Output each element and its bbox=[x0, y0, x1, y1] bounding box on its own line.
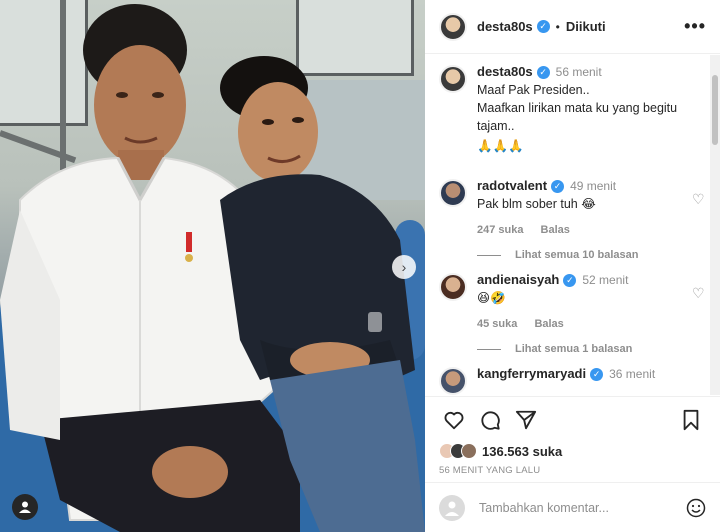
verified-icon: ✓ bbox=[536, 20, 550, 33]
post-header: desta80s ✓ • Diikuti ••• bbox=[425, 0, 720, 54]
default-avatar-icon bbox=[445, 501, 459, 516]
share-button[interactable] bbox=[511, 405, 541, 435]
author-avatar[interactable] bbox=[439, 12, 467, 41]
verified-icon: ✓ bbox=[563, 273, 577, 287]
commenter-avatar[interactable] bbox=[439, 179, 467, 207]
comment-item: kangferrymaryadi ✓ 36 menit bbox=[439, 365, 706, 395]
post-side-panel: desta80s ✓ • Diikuti ••• desta80s ✓ 56 m… bbox=[425, 0, 720, 532]
person-dark-shirt bbox=[220, 56, 425, 532]
add-comment-bar: Tambahkan komentar... bbox=[425, 482, 720, 532]
like-button[interactable] bbox=[439, 405, 469, 435]
commenter-avatar[interactable] bbox=[439, 367, 467, 395]
comment-button[interactable] bbox=[475, 405, 505, 435]
likes-row[interactable]: 136.563 suka bbox=[439, 443, 706, 459]
like-count[interactable]: 136.563 suka bbox=[482, 444, 562, 459]
comment-likes[interactable]: 45 suka bbox=[477, 318, 517, 330]
caption-line: Maafkan lirikan mata ku yang begitu taja… bbox=[477, 101, 678, 133]
caption-emoji-line: 🙏🙏🙏 bbox=[477, 139, 524, 153]
comment-heart-icon[interactable]: ♡ bbox=[692, 191, 706, 207]
comment-time: 52 menit bbox=[582, 273, 629, 287]
post-actions: 136.563 suka 56 MENIT YANG LALU bbox=[425, 396, 720, 476]
view-replies-label: Lihat semua 10 balasan bbox=[515, 249, 639, 261]
replies-divider bbox=[477, 254, 501, 256]
liker-avatar bbox=[461, 443, 477, 459]
comment-item: andienaisyah ✓ 52 menit 😆🤣 45 suka Balas… bbox=[439, 271, 706, 333]
viewer-avatar bbox=[439, 494, 465, 521]
bookmark-icon bbox=[683, 409, 699, 431]
save-button[interactable] bbox=[676, 405, 706, 435]
next-image-button[interactable]: › bbox=[392, 255, 416, 279]
comment-text: 😆🤣 bbox=[477, 291, 506, 305]
share-icon bbox=[515, 410, 537, 430]
caption-avatar[interactable] bbox=[439, 65, 467, 93]
header-separator: • bbox=[555, 19, 560, 34]
heart-icon bbox=[444, 411, 464, 430]
more-icon[interactable]: ••• bbox=[684, 16, 706, 37]
comment-input[interactable]: Tambahkan komentar... bbox=[479, 501, 686, 515]
commenter-username[interactable]: radotvalent bbox=[477, 177, 547, 195]
next-arrow-icon: › bbox=[401, 259, 407, 275]
comment-time: 49 menit bbox=[570, 179, 617, 193]
emoji-icon[interactable] bbox=[686, 498, 706, 518]
verified-icon: ✓ bbox=[590, 367, 604, 381]
view-replies-label: Lihat semua 1 balasan bbox=[515, 343, 633, 355]
view-replies-button[interactable]: Lihat semua 1 balasan bbox=[477, 343, 706, 355]
commenter-avatar[interactable] bbox=[439, 273, 467, 301]
author-username[interactable]: desta80s bbox=[477, 19, 533, 34]
comment-time: 36 menit bbox=[609, 367, 656, 381]
scrollbar-thumb[interactable] bbox=[712, 75, 718, 145]
reply-button[interactable]: Balas bbox=[534, 318, 563, 330]
verified-icon: ✓ bbox=[536, 65, 550, 79]
post-photo[interactable]: › bbox=[0, 0, 425, 532]
caption-username[interactable]: desta80s bbox=[477, 63, 533, 81]
comment-likes[interactable]: 247 suka bbox=[477, 224, 523, 236]
comment-item: radotvalent ✓ 49 menit Pak blm sober tuh… bbox=[439, 177, 706, 239]
verified-icon: ✓ bbox=[551, 179, 565, 193]
replies-divider bbox=[477, 348, 501, 350]
comments-scrollbar[interactable] bbox=[710, 55, 720, 395]
commenter-username[interactable]: andienaisyah bbox=[477, 271, 559, 289]
caption-line: Maaf Pak Presiden.. bbox=[477, 83, 590, 97]
caption-time: 56 menit bbox=[555, 65, 602, 79]
reply-button[interactable]: Balas bbox=[541, 224, 570, 236]
comment-text: Pak blm sober tuh 😂 bbox=[477, 197, 596, 211]
post-time: 56 MENIT YANG LALU bbox=[439, 465, 541, 476]
comments-list: desta80s ✓ 56 menit Maaf Pak Presiden.. … bbox=[425, 55, 720, 395]
view-replies-button[interactable]: Lihat semua 10 balasan bbox=[477, 249, 706, 261]
commenter-username[interactable]: kangferrymaryadi bbox=[477, 365, 586, 383]
user-tag-icon bbox=[19, 501, 31, 513]
user-tag-button[interactable] bbox=[12, 494, 38, 520]
comment-heart-icon[interactable]: ♡ bbox=[692, 285, 706, 301]
follow-status-button[interactable]: Diikuti bbox=[566, 19, 606, 34]
caption: desta80s ✓ 56 menit Maaf Pak Presiden.. … bbox=[439, 63, 706, 155]
comment-icon bbox=[481, 411, 500, 430]
